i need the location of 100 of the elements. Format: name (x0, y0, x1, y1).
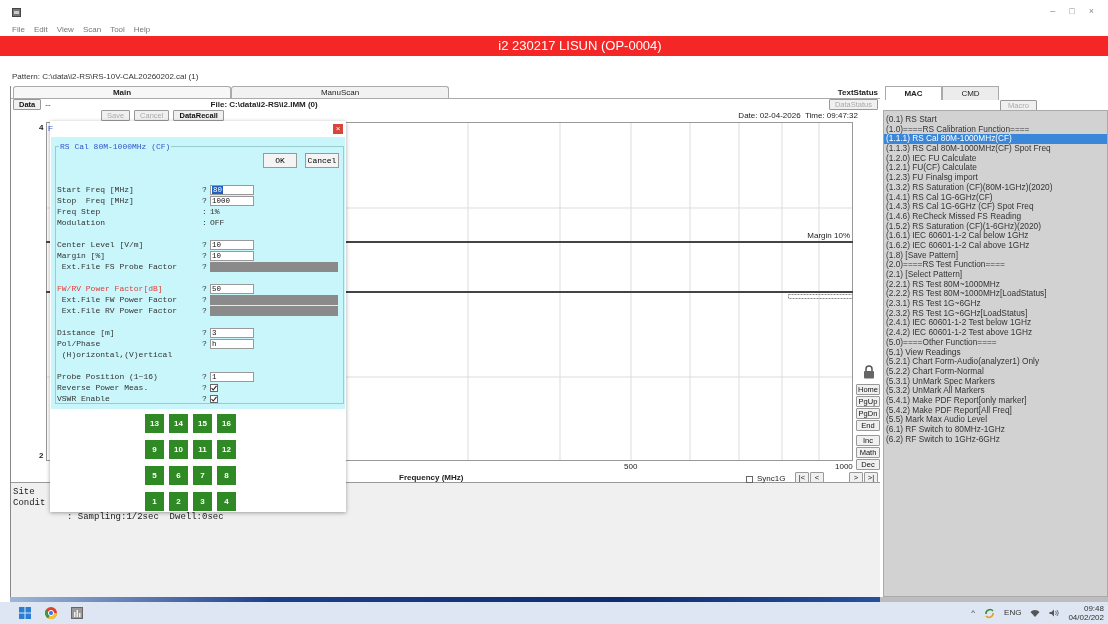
macro-item[interactable]: (1.2.1) FU(CF) Calculate (884, 163, 1107, 174)
macro-item[interactable]: (1.2.0) IEC FU Calculate (884, 153, 1107, 164)
macro-item[interactable]: (0.1) RS Start (884, 115, 1107, 125)
macro-item[interactable]: (5.4.1) Make PDF Report[only marker] (884, 395, 1107, 406)
keypad-button[interactable]: 13 (145, 414, 164, 433)
field-label: Center Level [V/m] (57, 238, 145, 251)
macro-item[interactable]: (1.5.2) RS Saturation (CF)(1-6GHz)(2020) (884, 221, 1107, 232)
field-label: Reverse Power Meas. (57, 381, 150, 394)
macro-item[interactable]: (5.1) View Readings (884, 347, 1107, 358)
field-label: VSWR Enable (57, 392, 111, 405)
lock-icon (863, 365, 875, 379)
keypad-button[interactable]: 14 (169, 414, 188, 433)
banner-title: i2 230217 LISUN (OP-0004) (498, 37, 662, 56)
menu-item[interactable]: Edit (33, 24, 48, 36)
sync-icon (984, 607, 996, 619)
prompt-mark: ? (202, 194, 205, 207)
close-button[interactable]: × (333, 124, 343, 134)
tab[interactable]: MAC (885, 86, 942, 100)
macro-item[interactable]: (2.4.2) IEC 60601-1-2 Test above 1GHz (884, 328, 1107, 338)
keypad-button[interactable]: 7 (193, 466, 212, 485)
keypad-button[interactable]: 16 (217, 414, 236, 433)
menu-item[interactable]: Scan (82, 24, 102, 36)
tab[interactable]: Main (13, 86, 231, 98)
macro-item[interactable]: (2.3.1) RS Test 1G~6GHz (884, 299, 1107, 309)
file-field[interactable] (210, 305, 338, 316)
macro-item[interactable]: (1.1.1) RS Cal 80M-1000MHz(CF) (884, 134, 1107, 145)
keypad-button[interactable]: 9 (145, 440, 164, 459)
macro-item[interactable]: (5.0)====Other Function==== (884, 337, 1107, 348)
checkbox[interactable] (746, 475, 753, 483)
macro-item[interactable]: (5.2.1) Chart Form-Audio(analyzer1) Only (884, 357, 1107, 367)
keypad-button[interactable]: 6 (169, 466, 188, 485)
macro-item[interactable]: (1.6.1) IEC 60601-1-2 Cal below 1GHz (884, 231, 1107, 241)
tab[interactable]: CMD (942, 86, 999, 100)
axis-label: 4 (39, 122, 44, 134)
keypad-button[interactable]: 5 (145, 466, 164, 485)
menu-item[interactable]: Help (133, 24, 151, 36)
macro-item[interactable]: (5.4.2) Make PDF Report[All Freq] (884, 405, 1107, 416)
macro-item[interactable]: (6.2) RF Switch to 1GHz-6GHz (884, 434, 1107, 445)
macro-item[interactable]: (5.2.2) Chart Form-Normal (884, 366, 1107, 377)
status-text: Site (13, 487, 35, 498)
field-label: Probe Position (1~16) (57, 370, 159, 383)
macro-item[interactable]: (2.0)====RS Test Function==== (884, 260, 1107, 270)
macro-item[interactable]: (5.5) Mark Max Audio Level (884, 415, 1107, 425)
clock-date[interactable]: 04/02/202 (1068, 613, 1104, 622)
macro-item[interactable]: (1.4.1) RS Cal 1G-6GHz(CF) (884, 192, 1107, 203)
speaker-icon (1049, 609, 1060, 617)
macro-item[interactable]: (2.3.2) RS Test 1G~6GHz[LoadStatus] (884, 308, 1107, 319)
wifi-icon (1030, 609, 1041, 617)
tab[interactable]: ManuScan (231, 86, 449, 98)
maximize-button[interactable]: □ (1069, 5, 1075, 19)
file-field[interactable] (210, 294, 338, 305)
prompt-mark: ? (202, 260, 205, 273)
keypad-button[interactable]: 11 (193, 440, 212, 459)
macro-item[interactable]: (2.4.1) IEC 60601-1-2 Test below 1GHz (884, 318, 1107, 329)
keypad-button[interactable]: 4 (217, 492, 236, 511)
cancel-button[interactable]: Cancel (305, 153, 339, 168)
macro-item[interactable]: (1.2.3) FU Finalsg import (884, 173, 1107, 183)
macro-item[interactable]: (1.3.2) RS Saturation (CF)(80M-1GHz)(2020) (884, 182, 1107, 193)
checkbox[interactable] (210, 394, 218, 403)
checkbox[interactable] (210, 383, 218, 392)
language-indicator[interactable]: ENG (1004, 607, 1022, 619)
dash-label: -- (45, 98, 51, 111)
macro-item[interactable]: (2.2.1) RS Test 80M~1000MHz (884, 279, 1107, 290)
keypad-button[interactable]: 2 (169, 492, 188, 511)
dialog-caption: F (48, 123, 53, 135)
close-button[interactable]: × (1088, 5, 1094, 19)
macro-item[interactable]: (2.2.2) RS Test 80M~1000MHz[LoadStatus] (884, 289, 1107, 300)
status-text: Condit (13, 498, 46, 509)
macro-item[interactable]: (1.1.3) RS Cal 80M-1000MHz(CF) Spot Freq (884, 144, 1107, 154)
prompt-mark: : (202, 205, 205, 218)
keypad-button[interactable]: 10 (169, 440, 188, 459)
minimize-button[interactable]: – (1050, 5, 1056, 19)
field-label: Ext.File RV Power Factor (60, 304, 179, 317)
macro-item[interactable]: (5.3.2) UnMark All Markers (884, 386, 1107, 396)
macro-item[interactable]: (2.1) [Select Pattern] (884, 270, 1107, 280)
menu-item[interactable]: View (56, 24, 74, 36)
clock-time[interactable]: 09:48 (1083, 604, 1104, 613)
macro-item[interactable]: (1.8) [Save Pattern] (884, 250, 1107, 261)
macro-item[interactable]: (1.4.3) RS Cal 1G-6GHz (CF) Spot Freq (884, 202, 1107, 212)
menu-item[interactable]: Tool (110, 24, 125, 36)
keypad-button[interactable]: 1 (145, 492, 164, 511)
macro-item[interactable]: (1.4.6) ReCheck Missed FS Reading (884, 211, 1107, 222)
axis-label: 1000 (835, 461, 853, 473)
keypad-button[interactable]: 12 (217, 440, 236, 459)
browser-icon (45, 607, 57, 619)
group-title: RS Cal 80M-1000MHz (CF) (59, 141, 172, 153)
ok-button[interactable]: OK (263, 153, 297, 168)
macro-item[interactable]: (1.0)====RS Calibration Function==== (884, 124, 1107, 135)
field-label: Ext.File FS Probe Factor (60, 260, 179, 273)
macro-item[interactable]: (6.1) RF Switch to 80MHz-1GHz (884, 425, 1107, 435)
file-field[interactable] (210, 261, 338, 272)
prompt-mark: ? (202, 370, 205, 383)
menu-item[interactable]: File (12, 24, 25, 36)
status-text: : Sampling:1/2sec Dwell:0sec (66, 512, 224, 523)
keypad-button[interactable]: 15 (193, 414, 212, 433)
macro-item[interactable]: (5.3.1) UnMark Spec Markers (884, 376, 1107, 387)
keypad-button[interactable]: 8 (217, 466, 236, 485)
tray-caret[interactable]: ^ (971, 607, 976, 619)
keypad-button[interactable]: 3 (193, 492, 212, 511)
macro-item[interactable]: (1.6.2) IEC 60601-1-2 Cal above 1GHz (884, 240, 1107, 251)
